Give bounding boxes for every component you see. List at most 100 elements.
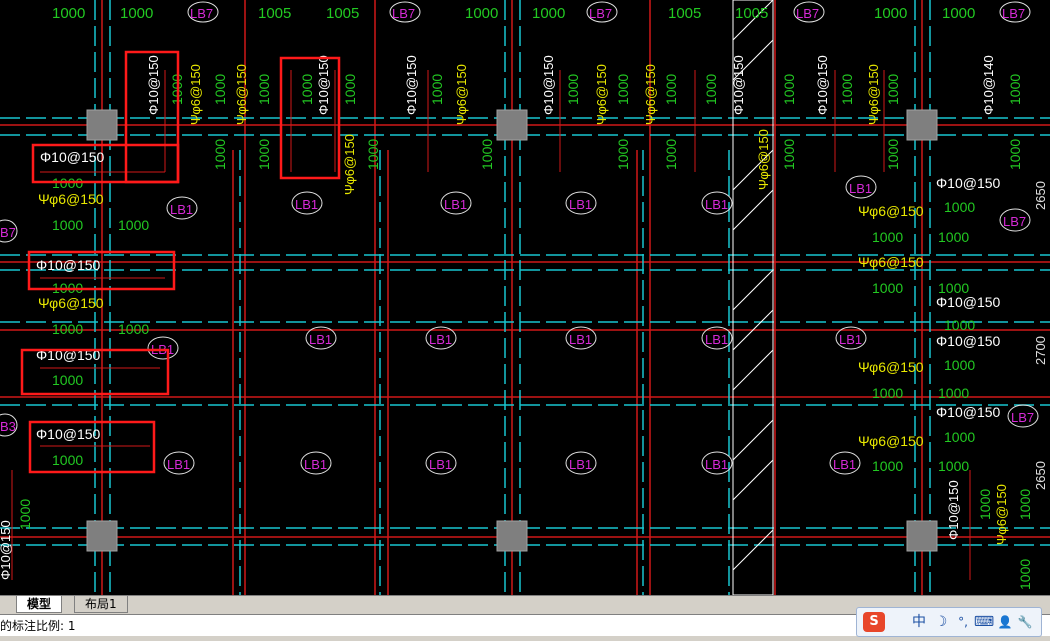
svg-text:LB1: LB1 (849, 181, 872, 196)
sogou-logo-icon[interactable]: S (863, 612, 885, 632)
svg-text:Ψφ6@150: Ψφ6@150 (38, 191, 104, 207)
svg-text:1000: 1000 (885, 139, 901, 170)
svg-text:1000: 1000 (120, 5, 153, 22)
svg-text:Φ10@150: Φ10@150 (404, 55, 419, 115)
svg-text:Ψφ6@150: Ψφ6@150 (866, 64, 881, 125)
svg-text:LB1: LB1 (705, 457, 728, 472)
svg-text:LB1: LB1 (309, 332, 332, 347)
svg-text:1000: 1000 (938, 229, 969, 245)
wrench-icon[interactable]: 🔧 (1015, 612, 1035, 632)
svg-text:2700: 2700 (1033, 336, 1048, 365)
svg-text:Φ10@150: Φ10@150 (936, 404, 1001, 420)
beam-lines-horizontal (0, 124, 1050, 538)
svg-text:1000: 1000 (52, 217, 83, 233)
svg-text:1000: 1000 (1017, 559, 1033, 590)
chinese-mode-icon[interactable]: 中 (909, 612, 929, 632)
svg-text:1000: 1000 (1007, 139, 1023, 170)
svg-text:1000: 1000 (663, 139, 679, 170)
svg-text:1000: 1000 (299, 74, 315, 105)
svg-text:1000: 1000 (872, 458, 903, 474)
svg-text:2650: 2650 (1033, 461, 1048, 490)
svg-text:Ψφ6@150: Ψφ6@150 (994, 484, 1009, 545)
svg-text:LB7: LB7 (1011, 410, 1034, 425)
svg-text:1000: 1000 (839, 74, 855, 105)
svg-text:LB1: LB1 (429, 332, 452, 347)
svg-text:1000: 1000 (942, 5, 975, 22)
svg-text:2650: 2650 (1033, 181, 1048, 210)
vertical-length-labels: 1000 1000 1000 1000 1000 1000 1000 1000 … (17, 74, 1033, 590)
svg-text:Φ10@150: Φ10@150 (731, 55, 746, 115)
svg-text:LB1: LB1 (444, 197, 467, 212)
svg-text:1000: 1000 (342, 74, 358, 105)
svg-text:1000: 1000 (615, 139, 631, 170)
svg-text:1000: 1000 (17, 499, 33, 530)
svg-text:1005: 1005 (668, 5, 701, 22)
svg-text:1000: 1000 (479, 139, 495, 170)
svg-text:LB7: LB7 (589, 6, 612, 21)
svg-text:1000: 1000 (212, 139, 228, 170)
svg-text:Φ10@150: Φ10@150 (946, 480, 961, 540)
svg-text:Φ10@150: Φ10@150 (936, 175, 1001, 191)
svg-text:1005: 1005 (326, 5, 359, 22)
svg-text:Φ10@150: Φ10@150 (146, 55, 161, 115)
svg-text:1005: 1005 (735, 5, 768, 22)
svg-text:1000: 1000 (1017, 489, 1033, 520)
tab-layout1[interactable]: 布局1 (74, 596, 128, 613)
svg-text:1000: 1000 (944, 199, 975, 215)
svg-text:LB1: LB1 (705, 197, 728, 212)
svg-text:1000: 1000 (781, 139, 797, 170)
svg-text:1000: 1000 (212, 74, 228, 105)
svg-text:1000: 1000 (703, 74, 719, 105)
svg-text:Φ10@150: Φ10@150 (36, 257, 101, 273)
svg-text:1000: 1000 (944, 429, 975, 445)
svg-text:1000: 1000 (615, 74, 631, 105)
svg-text:1000: 1000 (944, 317, 975, 333)
svg-text:B3: B3 (0, 419, 16, 434)
svg-text:1000: 1000 (872, 229, 903, 245)
user-icon[interactable]: 👤 (995, 612, 1015, 632)
svg-text:LB1: LB1 (295, 197, 318, 212)
svg-text:Φ10@150: Φ10@150 (36, 426, 101, 442)
svg-text:1000: 1000 (52, 372, 83, 388)
svg-text:Φ10@150: Φ10@150 (0, 520, 13, 580)
svg-text:LB1: LB1 (839, 332, 862, 347)
svg-text:LB1: LB1 (569, 197, 592, 212)
drawing-canvas[interactable]: 1000 1000 1005 1005 1000 1000 1005 1005 … (0, 0, 1050, 595)
ime-toolbar[interactable]: S 中 ☽ °, ⌨ 👤 🔧 (856, 607, 1042, 637)
svg-text:Ψφ6@150: Ψφ6@150 (234, 64, 249, 125)
dim-1000: 1000 (52, 5, 85, 22)
svg-text:Ψφ6@150: Ψφ6@150 (858, 254, 924, 270)
svg-text:1000: 1000 (885, 74, 901, 105)
svg-text:1000: 1000 (365, 139, 381, 170)
svg-text:Ψφ6@150: Ψφ6@150 (858, 203, 924, 219)
tab-model[interactable]: 模型 (16, 596, 63, 613)
svg-text:1000: 1000 (256, 74, 272, 105)
svg-text:1000: 1000 (938, 458, 969, 474)
svg-text:1005: 1005 (258, 5, 291, 22)
svg-text:1000: 1000 (944, 357, 975, 373)
svg-text:1000: 1000 (465, 5, 498, 22)
svg-text:Ψφ6@150: Ψφ6@150 (858, 433, 924, 449)
svg-text:1000: 1000 (118, 321, 149, 337)
svg-text:LB1: LB1 (569, 457, 592, 472)
svg-text:Φ10@150: Φ10@150 (40, 149, 105, 165)
svg-text:LB7: LB7 (190, 6, 213, 21)
svg-text:Ψφ6@150: Ψφ6@150 (858, 359, 924, 375)
svg-text:Ψφ6@150: Ψφ6@150 (643, 64, 658, 125)
cad-drawing[interactable]: 1000 1000 1005 1005 1000 1000 1005 1005 … (0, 0, 1050, 595)
svg-text:Φ10@150: Φ10@150 (316, 55, 331, 115)
svg-text:1000: 1000 (781, 74, 797, 105)
right-dimension-labels: 2650 2700 2650 (1033, 181, 1048, 490)
svg-text:1000: 1000 (256, 139, 272, 170)
svg-text:Ψφ6@150: Ψφ6@150 (454, 64, 469, 125)
svg-text:LB7: LB7 (392, 6, 415, 21)
punctuation-icon[interactable]: °, (953, 612, 973, 632)
moon-icon[interactable]: ☽ (931, 612, 951, 632)
svg-text:1000: 1000 (532, 5, 565, 22)
svg-text:1000: 1000 (565, 74, 581, 105)
svg-text:Φ10@150: Φ10@150 (541, 55, 556, 115)
svg-text:Ψφ6@150: Ψφ6@150 (342, 134, 357, 195)
svg-text:LB7: LB7 (796, 6, 819, 21)
svg-text:1000: 1000 (938, 385, 969, 401)
keyboard-icon[interactable]: ⌨ (973, 612, 995, 632)
